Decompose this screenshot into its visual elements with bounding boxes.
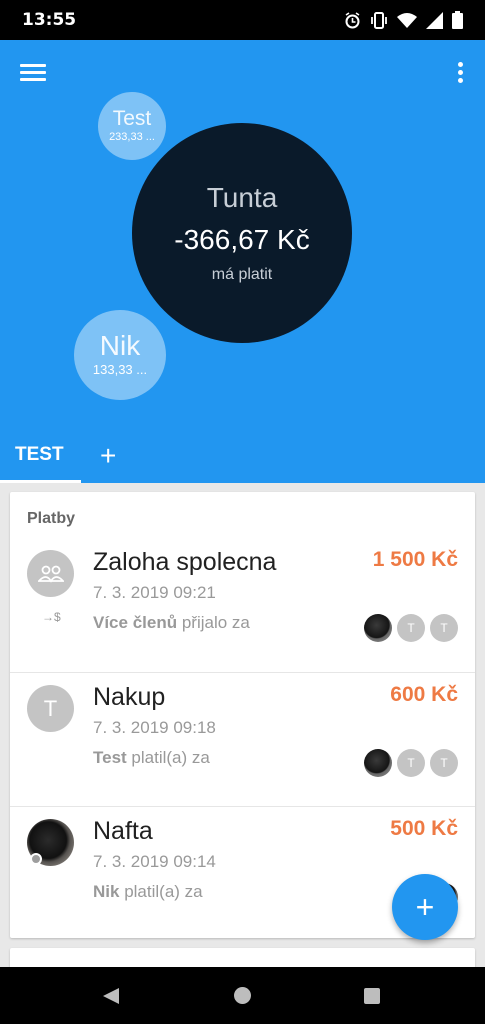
participants: T T xyxy=(364,614,458,642)
vibrate-icon xyxy=(371,11,387,29)
status-dot xyxy=(30,853,42,865)
payment-description: Nik platil(a) za xyxy=(93,882,203,902)
more-options-icon[interactable] xyxy=(455,62,465,86)
participant-avatar: T xyxy=(397,749,425,777)
member-name: Test xyxy=(112,107,152,130)
payments-card: Platby →$ Zaloha spolecna 1 500 Kč 7. 3.… xyxy=(10,492,475,938)
member-name: Tunta xyxy=(206,182,278,213)
payment-name: Nakup xyxy=(93,683,166,711)
payment-amount: 500 Kč xyxy=(390,817,458,840)
participant-avatar xyxy=(364,614,392,642)
payment-date: 7. 3. 2019 09:14 xyxy=(93,852,216,871)
balance-header: Test 233,33 ... Tunta -366,67 Kč má plat… xyxy=(0,40,485,483)
add-payment-button[interactable]: + xyxy=(392,874,458,940)
participant-avatar: T xyxy=(397,614,425,642)
member-status: má platit xyxy=(211,266,273,283)
navigation-bar xyxy=(0,967,485,1024)
payment-row[interactable]: T Nakup 600 Kč 7. 3. 2019 09:18 Test pla… xyxy=(10,672,475,806)
receive-money-icon: →$ xyxy=(42,610,61,624)
participant-avatar: T xyxy=(430,614,458,642)
home-icon[interactable] xyxy=(234,987,251,1004)
member-amount: 133,33 ... xyxy=(92,362,148,377)
back-icon[interactable] xyxy=(103,988,119,1004)
payment-row[interactable]: →$ Zaloha spolecna 1 500 Kč 7. 3. 2019 0… xyxy=(10,538,475,672)
wifi-icon xyxy=(397,13,417,28)
participant-avatar xyxy=(364,749,392,777)
alarm-icon xyxy=(345,11,360,28)
payment-description: Test platil(a) za xyxy=(93,748,210,768)
avatar: T xyxy=(27,685,74,732)
payment-action: platil(a) za xyxy=(126,748,210,767)
participant-avatar: T xyxy=(430,749,458,777)
payer-name: Test xyxy=(93,748,127,767)
member-bubble-test[interactable]: Test 233,33 ... xyxy=(98,92,166,160)
recent-apps-icon[interactable] xyxy=(364,988,380,1004)
member-name: Nik xyxy=(99,330,141,361)
group-tabs: TEST + xyxy=(0,436,485,483)
payment-name: Zaloha spolecna xyxy=(93,548,277,576)
status-icons xyxy=(344,10,463,30)
group-icon xyxy=(27,550,74,597)
tab-test[interactable]: TEST xyxy=(0,436,81,483)
participants: T T xyxy=(364,749,458,777)
payment-amount: 600 Kč xyxy=(390,683,458,706)
payments-title: Platby xyxy=(27,510,76,527)
status-time: 13:55 xyxy=(22,10,77,30)
menu-icon[interactable] xyxy=(20,64,46,84)
payment-action: platil(a) za xyxy=(119,882,203,901)
payment-description: Více členů přijalo za xyxy=(93,613,250,633)
payer-name: Více členů xyxy=(93,613,178,632)
payment-amount: 1 500 Kč xyxy=(372,548,458,571)
payment-name: Nafta xyxy=(93,817,153,845)
add-group-button[interactable]: + xyxy=(100,442,116,470)
battery-icon xyxy=(452,11,463,29)
signal-icon xyxy=(426,11,443,29)
payment-action: přijalo za xyxy=(177,613,250,632)
member-bubble-nik[interactable]: Nik 133,33 ... xyxy=(74,310,166,400)
member-bubble-tunta[interactable]: Tunta -366,67 Kč má platit xyxy=(132,123,352,343)
status-bar: 13:55 xyxy=(0,0,485,40)
payment-date: 7. 3. 2019 09:21 xyxy=(93,583,216,602)
member-amount: 233,33 ... xyxy=(109,131,155,143)
payer-name: Nik xyxy=(93,882,120,901)
payment-date: 7. 3. 2019 09:18 xyxy=(93,718,216,737)
member-balance: -366,67 Kč xyxy=(174,224,310,255)
